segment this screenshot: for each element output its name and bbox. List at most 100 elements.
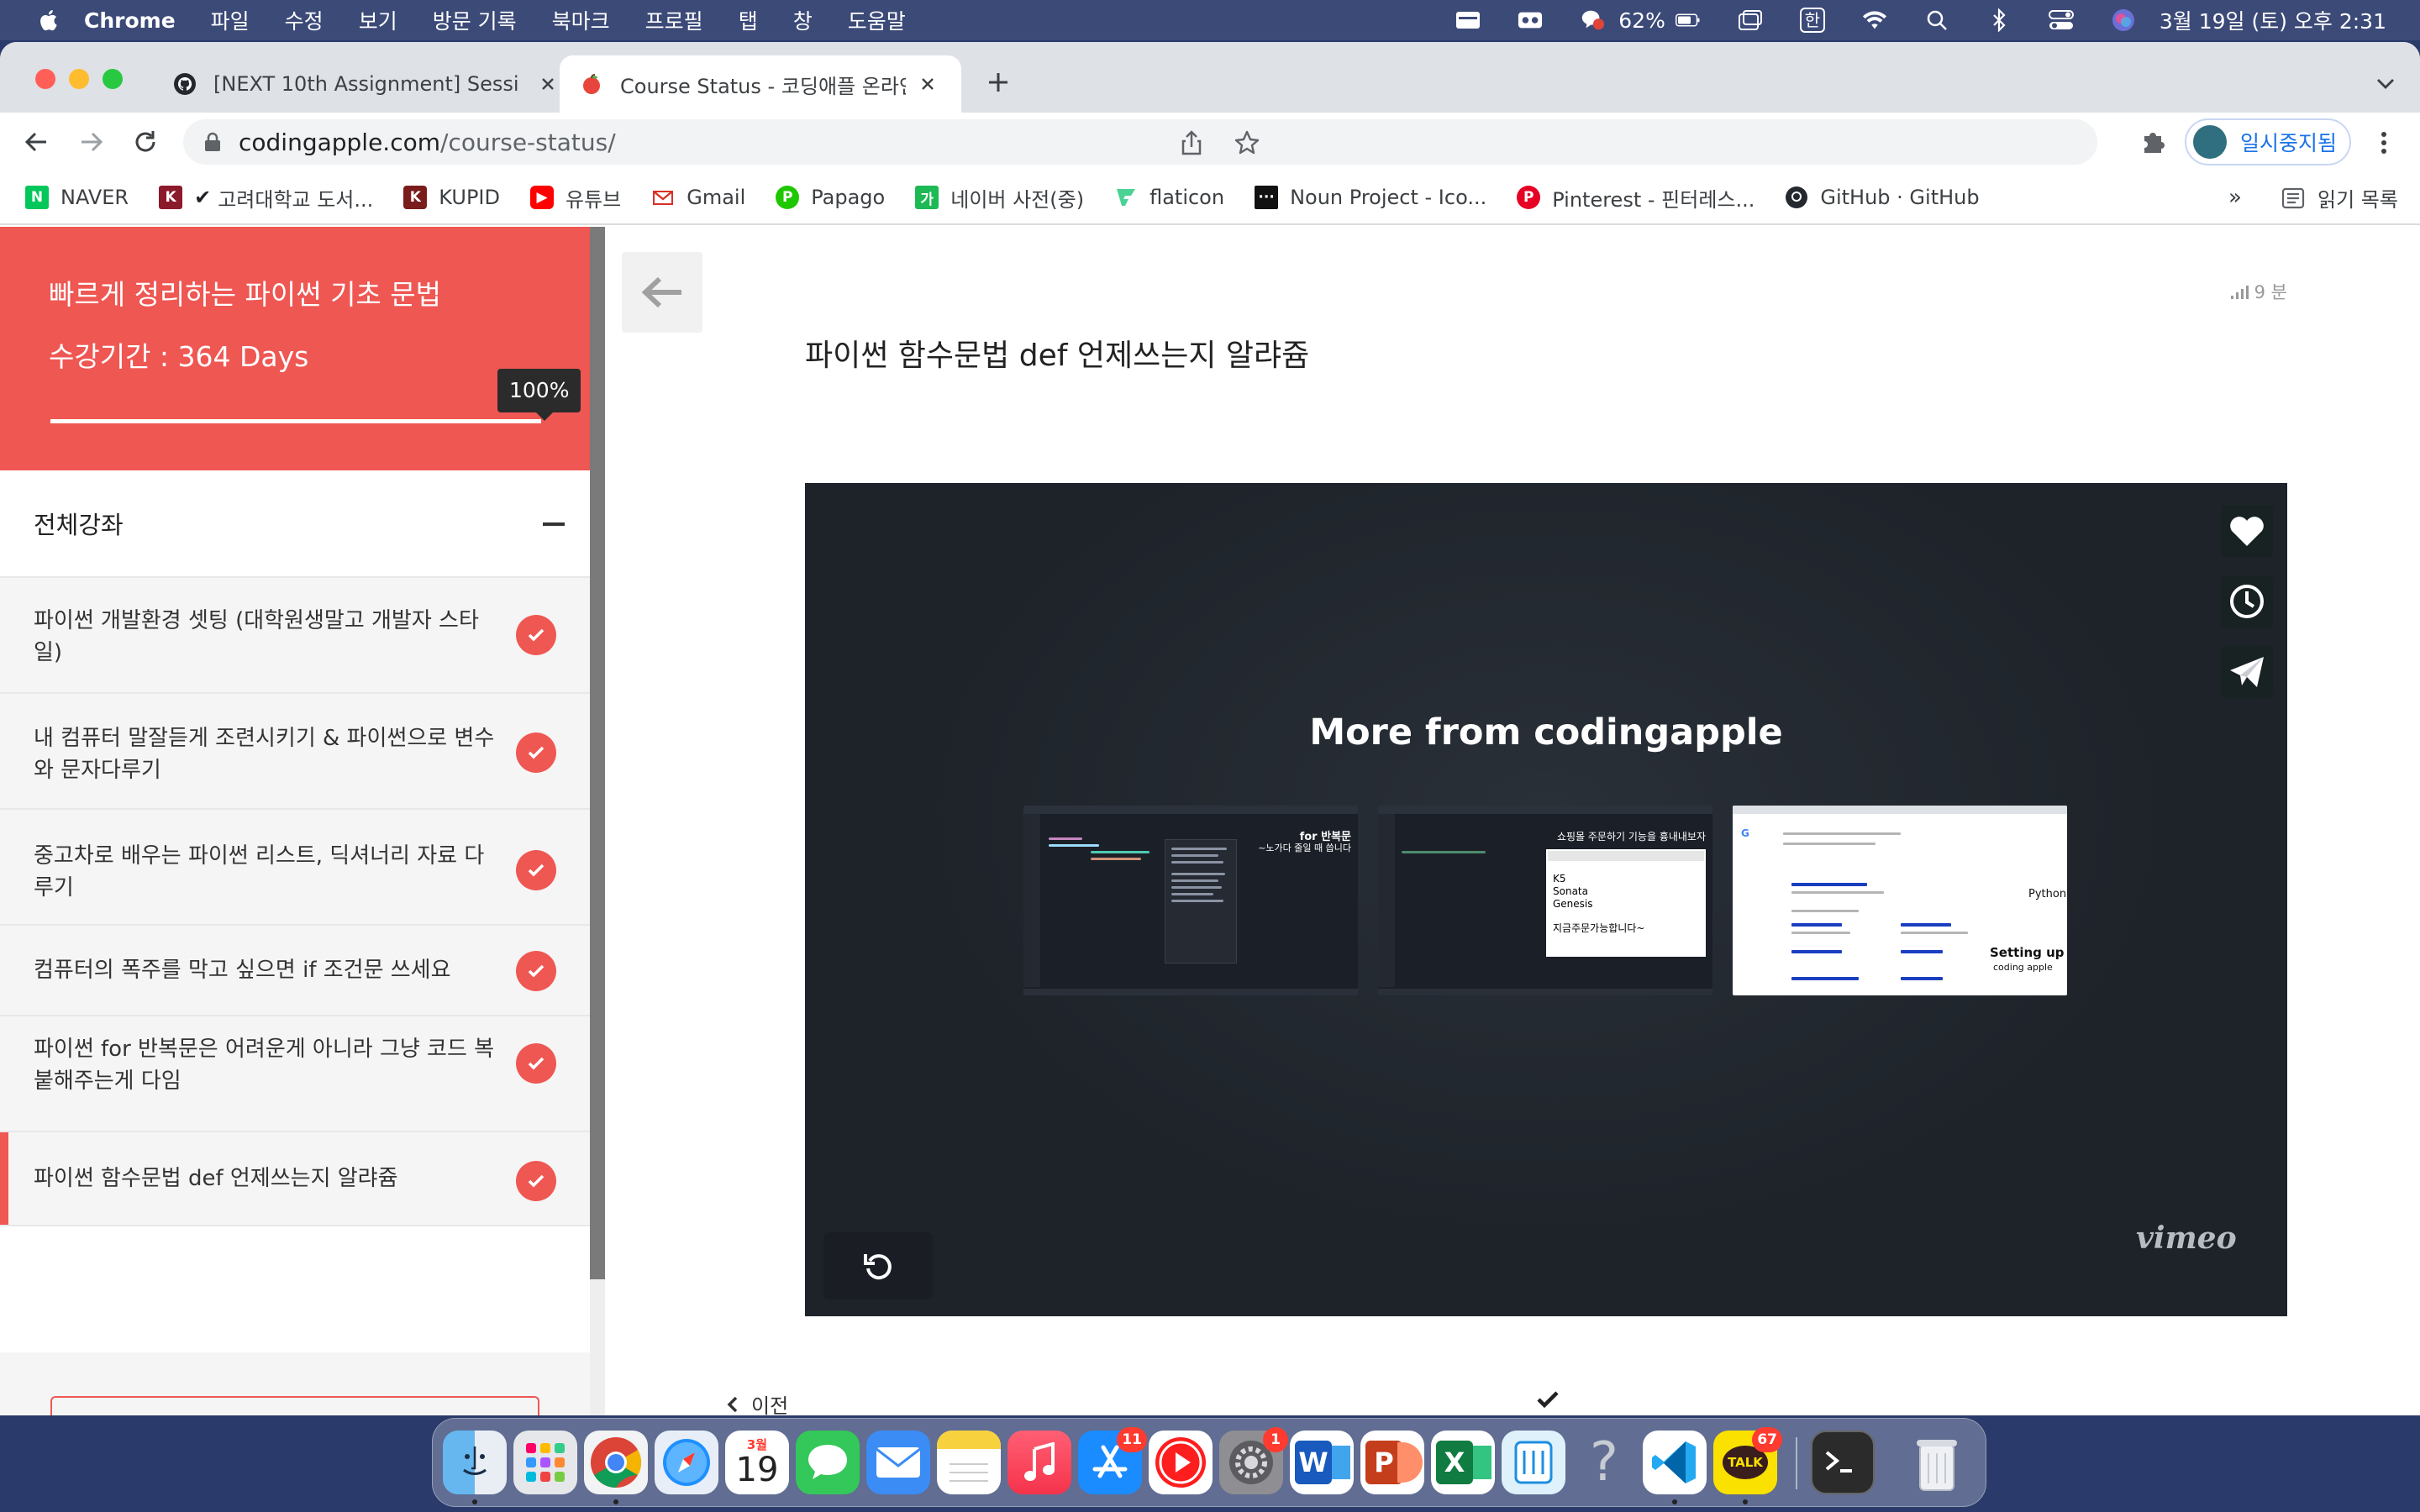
lock-icon[interactable] bbox=[202, 131, 224, 153]
system-preferences-icon[interactable]: 1 bbox=[1219, 1427, 1288, 1494]
sidebar-scrollbar-thumb[interactable] bbox=[590, 227, 605, 1279]
video-player[interactable]: More from codingapple for 반복문 ~노가다 줄일 때 … bbox=[805, 483, 2287, 1316]
bookmark-gmail[interactable]: Gmail bbox=[651, 186, 745, 209]
sidebar-footer-button[interactable] bbox=[50, 1396, 539, 1415]
launchpad-icon[interactable] bbox=[513, 1431, 577, 1494]
mark-complete-check-icon[interactable] bbox=[1536, 1389, 1560, 1410]
macos-menu-bar: Chrome 파일 수정 보기 방문 기록 북마크 프로필 탭 창 도움말 62… bbox=[0, 0, 2420, 40]
mail-icon[interactable] bbox=[866, 1431, 930, 1494]
menubar-datetime[interactable]: 3월 19일 (토) 오후 2:31 bbox=[2160, 5, 2386, 35]
calendar-icon[interactable]: 3월 19 bbox=[725, 1431, 789, 1494]
messages-icon[interactable] bbox=[796, 1431, 860, 1494]
menu-file[interactable]: 파일 bbox=[211, 5, 250, 35]
all-lectures-toggle[interactable]: 전체강좌 bbox=[0, 470, 590, 578]
siri-icon[interactable] bbox=[2111, 8, 2136, 33]
lecture-item[interactable]: 파이썬 개발환경 셋팅 (대학원생말고 개발자 스타일) bbox=[0, 578, 590, 694]
close-tab-icon[interactable] bbox=[916, 72, 939, 96]
control-center-icon[interactable] bbox=[2048, 8, 2074, 33]
help-icon[interactable]: ? bbox=[1572, 1431, 1636, 1494]
tab-github-assignment[interactable]: [NEXT 10th Assignment] Sessi bbox=[153, 55, 560, 113]
tab-search-chevron-icon[interactable] bbox=[2373, 71, 2398, 96]
safari-icon[interactable] bbox=[655, 1431, 718, 1494]
video-thumbnail[interactable]: 쇼핑몰 주문하기 기능을 흉내내보자 K5 Sonata Genesis 지금주… bbox=[1378, 806, 1712, 995]
messenger-status-icon[interactable] bbox=[1580, 8, 1605, 33]
bookmark-github[interactable]: GitHub · GitHub bbox=[1785, 186, 1980, 209]
minimize-window-button[interactable] bbox=[69, 69, 89, 89]
share-video-button[interactable] bbox=[2221, 646, 2273, 698]
bluetooth-icon[interactable] bbox=[1986, 8, 2012, 33]
video-thumbnail[interactable]: G Python Setting up coding apple bbox=[1733, 806, 2067, 995]
bookmark-noun-project[interactable]: ··· Noun Project - Ico... bbox=[1255, 186, 1486, 209]
bookmark-naver-dict[interactable]: 가 네이버 사전(중) bbox=[915, 183, 1084, 213]
menu-chrome[interactable]: Chrome bbox=[84, 8, 176, 33]
noun-project-icon: ··· bbox=[1255, 186, 1279, 209]
menu-window[interactable]: 창 bbox=[793, 5, 813, 35]
window-switch-icon[interactable] bbox=[1738, 8, 1763, 33]
extensions-puzzle-icon[interactable] bbox=[2139, 128, 2168, 156]
address-bar[interactable]: codingapple.com/course-status/ bbox=[183, 119, 2097, 165]
menu-view[interactable]: 보기 bbox=[359, 5, 397, 35]
app-store-icon[interactable]: 11 bbox=[1078, 1427, 1147, 1494]
chrome-icon[interactable] bbox=[584, 1431, 648, 1494]
vimeo-logo[interactable]: vimeo bbox=[2136, 1221, 2237, 1256]
bookmark-flaticon[interactable]: flaticon bbox=[1114, 186, 1224, 209]
like-button[interactable] bbox=[2221, 505, 2273, 557]
reading-list-button[interactable]: 읽기 목록 bbox=[2281, 183, 2398, 213]
lecture-item[interactable]: 내 컴퓨터 말잘듣게 조련시키기 & 파이썬으로 변수와 문자다루기 bbox=[0, 694, 590, 810]
close-tab-icon[interactable] bbox=[536, 72, 560, 96]
battery-icon[interactable] bbox=[1675, 8, 1701, 33]
excel-icon[interactable]: X bbox=[1431, 1431, 1495, 1494]
notes-icon[interactable] bbox=[937, 1431, 1001, 1494]
more-menu-icon[interactable] bbox=[2371, 129, 2396, 156]
wifi-icon[interactable] bbox=[1862, 8, 1887, 33]
bookmarks-overflow-button[interactable]: » bbox=[2228, 185, 2242, 210]
input-source-icon[interactable]: 한 bbox=[1799, 8, 1825, 33]
menu-edit[interactable]: 수정 bbox=[285, 5, 324, 35]
terminal-icon[interactable] bbox=[1811, 1431, 1875, 1494]
collapse-minus-icon[interactable] bbox=[543, 522, 565, 526]
kakaotalk-icon[interactable]: TALK 67 bbox=[1713, 1427, 1782, 1494]
finder-icon[interactable] bbox=[443, 1431, 507, 1494]
previous-lesson-link[interactable]: 이전 bbox=[726, 1389, 788, 1415]
back-icon[interactable] bbox=[20, 126, 52, 158]
word-icon[interactable]: W bbox=[1290, 1431, 1354, 1494]
screen-icon[interactable] bbox=[1455, 8, 1481, 33]
bookmark-pinterest[interactable]: P Pinterest - 핀터레스... bbox=[1517, 183, 1754, 213]
bookmark-papago[interactable]: P Papago bbox=[776, 186, 885, 209]
powerpoint-icon[interactable]: P bbox=[1360, 1431, 1424, 1494]
music-icon[interactable] bbox=[1007, 1431, 1071, 1494]
bookmark-naver[interactable]: N NAVER bbox=[25, 186, 129, 209]
reload-icon[interactable] bbox=[129, 126, 161, 158]
menu-history[interactable]: 방문 기록 bbox=[433, 5, 517, 35]
bookmark-kupid[interactable]: K KUPID bbox=[403, 186, 500, 209]
zoom-window-button[interactable] bbox=[103, 69, 123, 89]
lecture-item[interactable]: 파이썬 for 반복문은 어려운게 아니라 그냥 코드 복붙해주는게 다임 bbox=[0, 1016, 590, 1132]
vscode-icon[interactable] bbox=[1643, 1431, 1707, 1494]
lecture-item[interactable]: 중고차로 배우는 파이썬 리스트, 딕셔너리 자료 다루기 bbox=[0, 810, 590, 926]
cast-icon[interactable] bbox=[1518, 8, 1543, 33]
watch-later-button[interactable] bbox=[2221, 575, 2273, 627]
replay-button[interactable] bbox=[823, 1232, 933, 1299]
apple-logo-icon[interactable] bbox=[37, 8, 62, 33]
video-thumbnail[interactable]: for 반복문 ~노가다 줄일 때 씁니다 bbox=[1023, 806, 1358, 995]
lecture-item-active[interactable]: 파이썬 함수문법 def 언제쓰는지 알랴쥼 bbox=[0, 1132, 590, 1226]
back-arrow-button[interactable] bbox=[622, 252, 702, 333]
lecture-item[interactable]: 컴퓨터의 폭주를 막고 싶으면 if 조건문 쓰세요 bbox=[0, 926, 590, 1016]
menu-profiles[interactable]: 프로필 bbox=[645, 5, 703, 35]
bookmark-korea-univ[interactable]: K ✔ 고려대학교 도서... bbox=[159, 183, 373, 213]
file-app-icon[interactable] bbox=[1502, 1431, 1565, 1494]
forward-icon[interactable] bbox=[76, 126, 108, 158]
trash-icon[interactable] bbox=[1905, 1431, 1969, 1494]
close-window-button[interactable] bbox=[35, 69, 55, 89]
menu-tab[interactable]: 탭 bbox=[739, 5, 758, 35]
bookmark-star-icon[interactable] bbox=[1234, 129, 1260, 156]
tab-course-status[interactable]: Course Status - 코딩애플 온라인 bbox=[560, 55, 961, 113]
profile-button[interactable]: 일시중지됨 bbox=[2185, 118, 2351, 165]
youtube-app-icon[interactable] bbox=[1149, 1431, 1213, 1494]
menu-bookmarks[interactable]: 북마크 bbox=[552, 5, 610, 35]
menu-help[interactable]: 도움말 bbox=[848, 5, 906, 35]
spotlight-search-icon[interactable] bbox=[1924, 8, 1949, 33]
new-tab-icon[interactable] bbox=[985, 69, 1012, 96]
bookmark-youtube[interactable]: ▶ 유튜브 bbox=[529, 183, 621, 213]
share-icon[interactable] bbox=[1178, 129, 1205, 156]
